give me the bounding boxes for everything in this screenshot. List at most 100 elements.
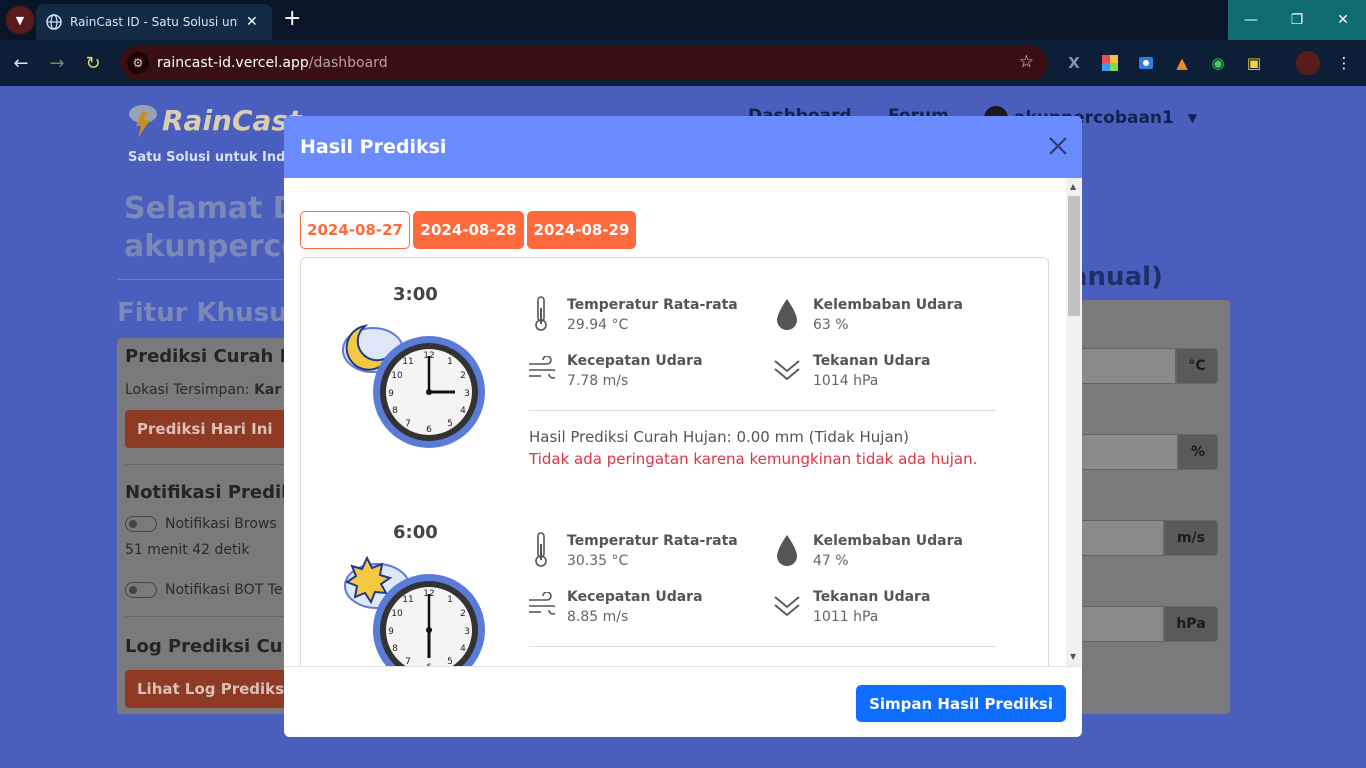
brand-name: RainCast [162,103,302,137]
tab-close-icon[interactable]: ✕ [246,14,258,30]
palette-extension-icon[interactable] [1100,53,1120,73]
lokasi-text: Lokasi Tersimpan: Kar [125,382,282,398]
extensions-puzzle-icon[interactable]: ▣ [1244,53,1264,73]
pressure-field[interactable] [1080,606,1164,642]
metric-humidity: Kelembaban Udara 63 % [773,296,963,336]
manual-input-card: °C % m/s hPa [1080,300,1230,714]
modal-title: Hasil Prediksi [300,136,447,158]
svg-text:1: 1 [447,595,453,605]
metric-wind: Kecepatan Udara 8.85 m/s [527,588,703,628]
raincast-logo[interactable]: RainCast [128,100,301,140]
metric-pressure: Tekanan Udara 1014 hPa [773,352,930,392]
site-settings-icon[interactable]: ⚙ [127,52,149,74]
prediksi-hari-ini-button[interactable]: Prediksi Hari Ini [125,410,285,448]
notif-heading: Notifikasi Predik [125,482,294,503]
modal-scrollbar[interactable]: ▲ ▼ [1066,178,1082,666]
svg-text:10: 10 [391,609,403,619]
reload-icon[interactable]: ↻ [82,52,104,74]
metric-temperature: Temperatur Rata-rata 29.94 °C [527,296,738,336]
scroll-down-icon[interactable]: ▼ [1070,652,1076,661]
forecast-slot: 6:00 121234567891011 [301,494,1050,666]
log-heading: Log Prediksi Cura [125,636,304,657]
back-icon[interactable]: ← [10,52,32,74]
chevrons-down-icon [773,588,801,624]
browser-tabbar: ▼ RainCast ID - Satu Solusi untuk ✕ + — … [0,0,1366,40]
address-bar[interactable]: ⚙ raincast-id.vercel.app/dashboard ☆ [120,46,1048,80]
svg-text:8: 8 [392,406,398,416]
notif-bot-toggle[interactable]: Notifikasi BOT Te [125,582,282,598]
new-tab-button[interactable]: + [283,8,301,30]
browser-tab[interactable]: RainCast ID - Satu Solusi untuk ✕ [36,4,272,40]
manual-section-title: anual) [1070,262,1163,292]
rain-result-text: Hasil Prediksi Curah Hujan: 0.00 mm (Tid… [529,428,910,446]
url-text: raincast-id.vercel.app/dashboard [157,55,388,71]
svg-text:2: 2 [460,609,466,619]
forecast-card: 3:00 121234567891011 Temperat [300,257,1049,666]
eye-extension-icon[interactable]: ◉ [1208,53,1228,73]
caret-down-icon: ▼ [1187,111,1198,125]
scroll-up-icon[interactable]: ▲ [1070,182,1076,191]
svg-text:9: 9 [388,627,394,637]
bookmark-star-icon[interactable]: ☆ [1019,52,1034,72]
svg-text:4: 4 [460,644,466,654]
temp-value: 29.94 °C [567,317,629,333]
temperature-field[interactable] [1080,348,1176,384]
slot-time: 6:00 [393,522,438,543]
svg-text:7: 7 [405,419,411,429]
rain-warning-text: Tidak ada peringatan karena kemungkinan … [529,450,978,468]
humidity-value: 47 % [813,553,849,569]
metric-temperature: Temperatur Rata-rata 30.35 °C [527,532,738,572]
close-icon[interactable] [1048,136,1068,156]
date-tab-3[interactable]: 2024-08-29 [527,211,636,249]
svg-text:5: 5 [447,419,453,429]
date-tab-2[interactable]: 2024-08-28 [413,211,524,249]
metric-humidity: Kelembaban Udara 47 % [773,532,963,572]
lihat-log-button[interactable]: Lihat Log Prediksi [125,670,302,708]
unit-celsius: °C [1176,348,1218,384]
svg-text:11: 11 [402,595,413,605]
svg-text:3: 3 [464,389,470,399]
svg-text:6: 6 [426,425,432,435]
tab-search-button[interactable]: ▼ [6,6,34,34]
wind-field[interactable] [1080,520,1164,556]
droplet-icon [773,296,801,332]
tab-title: RainCast ID - Satu Solusi untuk [70,15,238,29]
features-card: Prediksi Curah H Lokasi Tersimpan: Kar P… [117,338,304,714]
humidity-value: 63 % [813,317,849,333]
metamask-icon[interactable]: ▲ [1172,53,1192,73]
x-extension-icon[interactable]: X [1064,53,1084,73]
unit-hpa: hPa [1164,606,1218,642]
thermometer-icon [527,296,555,332]
lightning-cloud-icon [129,105,157,138]
profile-avatar[interactable] [1296,51,1320,75]
tagline: Satu Solusi untuk Ind [128,150,286,165]
divider [125,464,297,465]
scroll-thumb[interactable] [1068,196,1080,316]
hasil-prediksi-modal: Hasil Prediksi 2024-08-27 2024-08-28 202… [284,116,1082,737]
divider [125,616,297,617]
screenshot-extension-icon[interactable] [1136,53,1156,73]
humidity-field[interactable] [1080,434,1178,470]
chevrons-down-icon [773,352,801,388]
divider [529,646,996,647]
minimize-button[interactable]: — [1228,0,1274,40]
svg-text:9: 9 [388,389,394,399]
modal-body: 2024-08-27 2024-08-28 2024-08-29 3:00 12… [284,178,1082,666]
restore-button[interactable]: ❐ [1274,0,1320,40]
browser-menu-icon[interactable]: ⋮ [1334,53,1354,73]
modal-header: Hasil Prediksi [284,116,1082,178]
forward-icon[interactable]: → [46,52,68,74]
date-tab-1[interactable]: 2024-08-27 [300,211,410,249]
simpan-hasil-button[interactable]: Simpan Hasil Prediksi [856,685,1066,722]
svg-text:4: 4 [460,406,466,416]
unit-percent: % [1178,434,1218,470]
forecast-slot: 3:00 121234567891011 Temperat [301,258,1050,494]
window-close-button[interactable]: ✕ [1320,0,1366,40]
wind-icon [527,588,555,624]
wind-value: 7.78 m/s [567,373,629,389]
svg-text:5: 5 [447,657,453,666]
notif-browser-toggle[interactable]: Notifikasi Brows [125,516,277,532]
svg-text:3: 3 [464,627,470,637]
metric-wind: Kecepatan Udara 7.78 m/s [527,352,703,392]
globe-icon [46,14,62,30]
